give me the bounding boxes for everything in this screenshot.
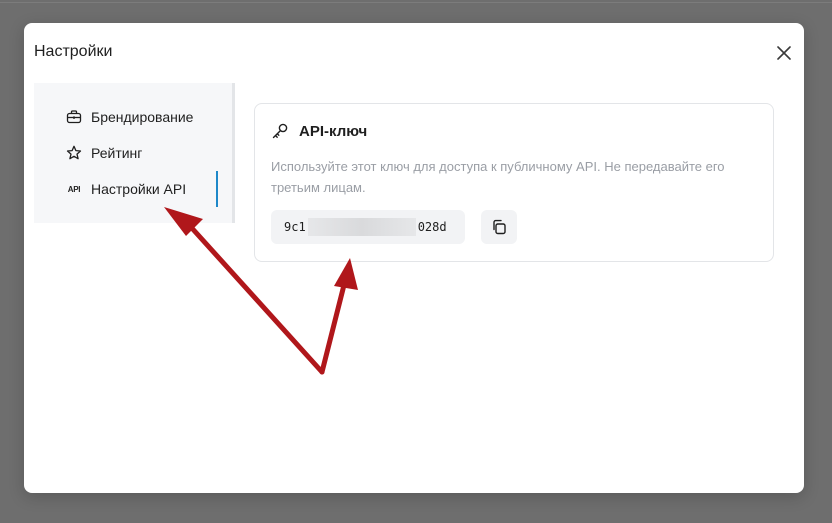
copy-icon xyxy=(493,219,506,235)
card-description: Используйте этот ключ для доступа к публ… xyxy=(271,159,725,195)
api-key-prefix: 9c1 xyxy=(284,220,306,234)
key-icon xyxy=(272,123,288,139)
sidebar-item-label: Брендирование xyxy=(91,109,194,125)
api-key-card: API-ключ Используйте этот ключ для досту… xyxy=(254,103,774,262)
close-icon xyxy=(777,46,791,60)
star-icon xyxy=(66,145,82,161)
api-key-field[interactable]: 9c1 028d xyxy=(271,210,465,244)
api-key-masked-part xyxy=(307,218,416,236)
copy-key-button[interactable] xyxy=(481,210,517,244)
settings-sidebar: Брендирование Рейтинг API Настройки API xyxy=(34,83,235,223)
api-key-suffix: 028d xyxy=(417,220,447,234)
sidebar-item-api-settings[interactable]: API Настройки API xyxy=(66,171,219,207)
sidebar-item-rating[interactable]: Рейтинг xyxy=(66,141,142,165)
briefcase-icon xyxy=(66,109,82,125)
settings-modal: Настройки Брендирование Рейтинг API Наст… xyxy=(24,23,804,493)
card-header: API-ключ xyxy=(271,122,367,140)
sidebar-item-label: Настройки API xyxy=(91,181,187,197)
close-button[interactable] xyxy=(774,43,794,63)
sidebar-item-label: Рейтинг xyxy=(91,145,143,161)
modal-title: Настройки xyxy=(34,43,113,60)
backdrop-divider xyxy=(0,2,832,3)
api-icon: API xyxy=(67,184,81,194)
sidebar-item-branding[interactable]: Брендирование xyxy=(66,105,193,129)
card-title: API-ключ xyxy=(299,122,368,140)
